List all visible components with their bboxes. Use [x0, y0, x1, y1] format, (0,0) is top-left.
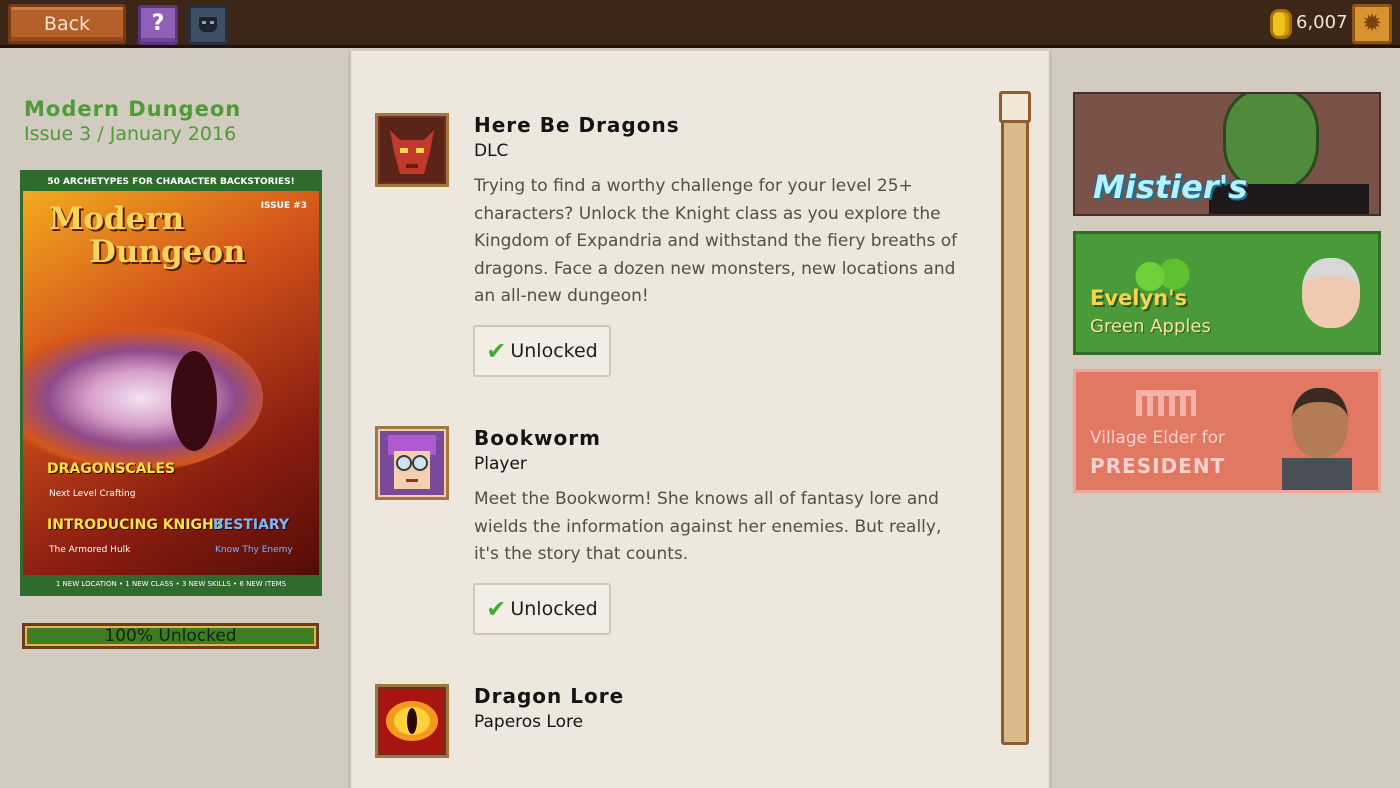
unlocked-button[interactable]: ✔ Unlocked: [473, 583, 611, 635]
issue-subtitle: Issue 3 / January 2016: [24, 123, 237, 145]
entry-description: Meet the Bookworm! She knows all of fant…: [474, 489, 942, 564]
settings-button[interactable]: ✹: [1352, 4, 1392, 44]
cover-title: Modern Dungeon: [49, 203, 246, 269]
dragon-eye-art: [23, 323, 263, 473]
help-button[interactable]: ?: [138, 5, 178, 45]
unlocked-label: Unlocked: [510, 598, 598, 620]
magazine-cover: 50 ARCHETYPES FOR CHARACTER BACKSTORIES!…: [20, 170, 322, 596]
list-item: Dragon Lore Paperos Lore: [375, 684, 955, 788]
list-item: Bookworm Player Meet the Bookworm! She k…: [375, 426, 955, 666]
cover-banner-bottom: 1 NEW LOCATION • 1 NEW CLASS • 3 NEW SKI…: [23, 575, 319, 593]
evelyn-portrait: [1302, 258, 1360, 328]
capitol-building-icon: [1136, 390, 1196, 416]
list-item: Here Be Dragons DLC Trying to find a wor…: [375, 113, 957, 413]
cover-feature1: DRAGONSCALES: [47, 461, 176, 477]
progress-label: 100% Unlocked: [104, 626, 237, 646]
entry-description: Trying to find a worthy challenge for yo…: [474, 176, 958, 306]
mask-button[interactable]: [188, 5, 228, 45]
evelyn-subtitle: Green Apples: [1090, 316, 1211, 337]
cover-feature3: BESTIARY: [213, 517, 290, 533]
elder-line2: PRESIDENT: [1090, 454, 1226, 478]
back-button[interactable]: Back: [8, 4, 126, 44]
dragon-eye-icon: [375, 684, 449, 758]
cover-feature2: INTRODUCING KNIGHT: [47, 517, 224, 533]
evelyn-title: Evelyn's: [1090, 286, 1188, 310]
dragon-head-icon: [375, 113, 449, 187]
elder-portrait: [1292, 388, 1348, 458]
unlocked-label: Unlocked: [510, 340, 598, 362]
elder-ad[interactable]: Village Elder for PRESIDENT: [1073, 369, 1381, 493]
cover-title-line1: Modern: [49, 201, 185, 237]
entry-title: Bookworm: [474, 426, 601, 450]
evelyn-ad[interactable]: Evelyn's Green Apples: [1073, 231, 1381, 355]
cover-feature3-sub: Know Thy Enemy: [215, 545, 293, 555]
checkmark-icon: ✔: [486, 337, 507, 365]
unlocked-button[interactable]: ✔ Unlocked: [473, 325, 611, 377]
entry-type: DLC: [474, 141, 509, 161]
issue-title: Modern Dungeon: [24, 97, 242, 121]
checkmark-icon: ✔: [486, 595, 507, 623]
entry-type: Paperos Lore: [474, 712, 584, 732]
scrollbar-thumb[interactable]: [999, 91, 1031, 123]
cover-issue: ISSUE #3: [260, 201, 307, 211]
gear-icon: ✹: [1361, 9, 1383, 37]
scrollbar-track[interactable]: [1001, 91, 1029, 745]
mask-icon: [199, 17, 217, 32]
coin-amount: 6,007: [1296, 12, 1348, 33]
unlock-progress-bar: 100% Unlocked: [22, 623, 319, 649]
cover-banner-top: 50 ARCHETYPES FOR CHARACTER BACKSTORIES!: [23, 173, 319, 191]
mistiers-logo: Mistier's: [1093, 168, 1248, 206]
elder-body: [1282, 458, 1352, 490]
content-list[interactable]: Here Be Dragons DLC Trying to find a wor…: [348, 51, 1052, 788]
top-bar: Back ? 6,007 ✹: [0, 0, 1400, 48]
entry-title: Here Be Dragons: [474, 113, 680, 137]
bookworm-portrait-icon: [375, 426, 449, 500]
coin-icon: [1270, 9, 1292, 39]
cover-title-line2: Dungeon: [89, 234, 246, 270]
entry-type: Player: [474, 454, 527, 474]
elder-line1: Village Elder for: [1090, 428, 1225, 448]
cover-feature2-sub: The Armored Hulk: [49, 545, 131, 555]
dragon-pupil-art: [171, 351, 217, 451]
cover-feature1-sub: Next Level Crafting: [49, 489, 136, 499]
entry-title: Dragon Lore: [474, 684, 625, 708]
mistiers-ad[interactable]: Mistier's: [1073, 92, 1381, 216]
